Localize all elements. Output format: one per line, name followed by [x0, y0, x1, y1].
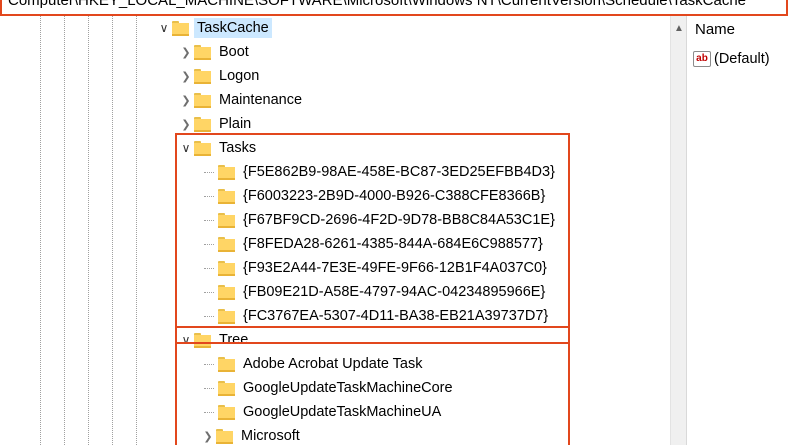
tree-guide-line [40, 16, 41, 445]
tree-guide-line [136, 16, 137, 445]
registry-tree[interactable]: ∨ TaskCache ❯ Boot ❯ Logon ❯ Maintenance… [0, 16, 670, 445]
chevron-right-icon[interactable]: ❯ [178, 70, 194, 83]
highlight-box-tasks [175, 133, 570, 344]
tree-node-label[interactable]: TaskCache [194, 18, 272, 38]
tree-scrollbar[interactable]: ▲ [670, 16, 686, 445]
tree-node-label[interactable]: Logon [216, 66, 262, 86]
folder-icon [194, 68, 211, 84]
address-path[interactable]: Computer\HKEY_LOCAL_MACHINE\SOFTWARE\Mic… [8, 0, 746, 11]
tree-guide-line [64, 16, 65, 445]
chevron-down-icon[interactable]: ∨ [156, 21, 172, 35]
values-pane[interactable]: Name ab (Default) [687, 16, 800, 445]
chevron-right-icon[interactable]: ❯ [178, 118, 194, 131]
value-row[interactable]: ab (Default) [693, 51, 770, 67]
highlight-box-tree [175, 326, 570, 445]
folder-icon [194, 92, 211, 108]
folder-icon [194, 44, 211, 60]
tree-node-label[interactable]: Maintenance [216, 90, 305, 110]
column-header-name[interactable]: Name [695, 21, 735, 38]
folder-icon [194, 116, 211, 132]
tree-node-label[interactable]: Boot [216, 42, 252, 62]
folder-open-icon [172, 20, 189, 36]
tree-node-logon[interactable]: ❯ Logon [178, 64, 262, 88]
tree-guide-line [88, 16, 89, 445]
scroll-up-arrow-icon[interactable]: ▲ [671, 21, 687, 37]
value-name[interactable]: (Default) [714, 51, 770, 67]
tree-node-maintenance[interactable]: ❯ Maintenance [178, 88, 305, 112]
tree-node-boot[interactable]: ❯ Boot [178, 40, 252, 64]
string-value-icon: ab [693, 51, 711, 67]
tree-node-taskcache[interactable]: ∨ TaskCache [156, 16, 272, 40]
address-bar[interactable]: Computer\HKEY_LOCAL_MACHINE\SOFTWARE\Mic… [0, 0, 788, 16]
chevron-right-icon[interactable]: ❯ [178, 94, 194, 107]
chevron-right-icon[interactable]: ❯ [178, 46, 194, 59]
tree-node-label[interactable]: Plain [216, 114, 254, 134]
tree-guide-line [112, 16, 113, 445]
